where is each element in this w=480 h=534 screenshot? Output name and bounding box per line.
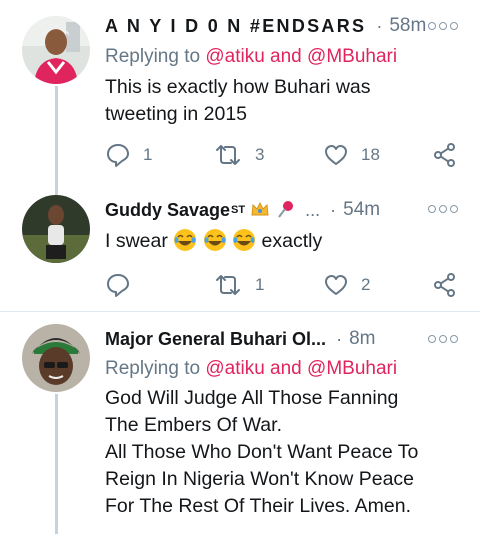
retweet-icon xyxy=(216,145,240,165)
share-icon xyxy=(434,273,455,297)
thread-line xyxy=(55,183,58,195)
tweet-text-start: I swear xyxy=(105,230,168,252)
tweet-text: I swear exactly xyxy=(105,228,466,255)
like-icon xyxy=(325,145,347,165)
share-button[interactable] xyxy=(432,270,458,300)
retweet-count: 3 xyxy=(255,145,265,164)
tweet-text: This is exactly how Buhari was tweeting … xyxy=(105,74,466,128)
like-button[interactable]: 2 xyxy=(323,270,370,300)
mention-conjunction: and xyxy=(270,46,302,67)
emoji-joy-icon xyxy=(174,229,197,251)
mention-conjunction: and xyxy=(270,358,302,379)
timestamp[interactable]: 54m xyxy=(343,199,380,221)
retweet-button[interactable]: 1 xyxy=(213,270,264,300)
replying-prefix: Replying to xyxy=(105,46,201,67)
reply-button[interactable] xyxy=(105,270,143,300)
author-name[interactable]: Guddy Savage xyxy=(105,200,230,221)
timestamp[interactable]: 8m xyxy=(349,328,375,350)
thread-line xyxy=(55,86,58,196)
tweet-text-line: All Those Who Don't Want Peace To xyxy=(105,441,419,463)
tweet-text-end: exactly xyxy=(261,230,323,252)
reply-icon xyxy=(107,274,129,297)
author-suffix: ST xyxy=(231,204,246,216)
retweet-icon xyxy=(216,275,240,295)
avatar[interactable] xyxy=(22,195,90,263)
share-icon xyxy=(434,143,455,167)
tweet-text-line: Reign In Nigeria Won't Know Peace xyxy=(105,468,415,490)
tweet-2[interactable]: Guddy Savage ST ... · 54m I swear exactl… xyxy=(0,183,480,310)
replying-prefix: Replying to xyxy=(105,358,201,379)
retweet-count: 1 xyxy=(255,275,265,294)
replying-to: Replying to @atiku and @MBuhari xyxy=(105,46,397,68)
reply-icon xyxy=(107,144,129,167)
more-icon[interactable] xyxy=(428,205,458,213)
like-icon xyxy=(325,275,347,295)
mention-link[interactable]: @MBuhari xyxy=(307,46,397,67)
tweet-text-line: The Embers Of War. xyxy=(105,414,282,436)
avatar[interactable] xyxy=(22,16,90,84)
author-name[interactable]: A N Y I D 0 N #ENDSARS xyxy=(105,16,366,37)
tweet-3[interactable]: Major General Buhari Ol... · 8m Replying… xyxy=(0,312,480,534)
tweet-text: God Will Judge All Those Fanning The Emb… xyxy=(105,385,466,520)
thread-line xyxy=(55,394,58,534)
tweet-actions: 1 3 18 xyxy=(105,140,458,170)
tweet-text-line: God Will Judge All Those Fanning xyxy=(105,387,399,409)
tweet-header: Major General Buhari Ol... · 8m xyxy=(105,324,480,354)
tweet-text-line: This is exactly how Buhari was xyxy=(105,76,371,98)
avatar[interactable] xyxy=(22,324,90,392)
like-button[interactable]: 18 xyxy=(323,140,380,170)
crown-icon xyxy=(251,201,269,216)
tweet-header: A N Y I D 0 N #ENDSARS · 58m xyxy=(105,11,480,41)
like-count: 18 xyxy=(361,145,380,164)
emoji-joy-icon xyxy=(233,229,256,251)
like-count: 2 xyxy=(361,275,371,294)
tweet-text-line: For The Rest Of Their Lives. Amen. xyxy=(105,495,411,517)
retweet-button[interactable]: 3 xyxy=(213,140,264,170)
reply-count: 1 xyxy=(143,145,153,164)
mention-link[interactable]: @atiku xyxy=(205,46,264,67)
replying-to: Replying to @atiku and @MBuhari xyxy=(105,358,397,380)
tweet-actions: 1 2 xyxy=(105,270,458,300)
tweet-header: Guddy Savage ST ... · 54m xyxy=(105,195,480,225)
tweet-1[interactable]: A N Y I D 0 N #ENDSARS · 58m Replying to… xyxy=(0,0,480,196)
reply-button[interactable]: 1 xyxy=(105,140,152,170)
separator: · xyxy=(376,15,383,36)
timestamp[interactable]: 58m xyxy=(389,15,426,37)
separator: · xyxy=(336,328,343,349)
more-icon[interactable] xyxy=(428,335,458,343)
name-ellipsis: ... xyxy=(305,199,321,220)
author-name[interactable]: Major General Buhari Ol... xyxy=(105,329,326,350)
mention-link[interactable]: @atiku xyxy=(205,358,264,379)
emoji-joy-icon xyxy=(203,229,226,251)
tweet-text-line: tweeting in 2015 xyxy=(105,103,248,125)
share-button[interactable] xyxy=(432,140,458,170)
separator: · xyxy=(330,199,337,220)
pin-icon xyxy=(278,201,294,218)
more-icon[interactable] xyxy=(428,22,458,30)
mention-link[interactable]: @MBuhari xyxy=(307,358,397,379)
